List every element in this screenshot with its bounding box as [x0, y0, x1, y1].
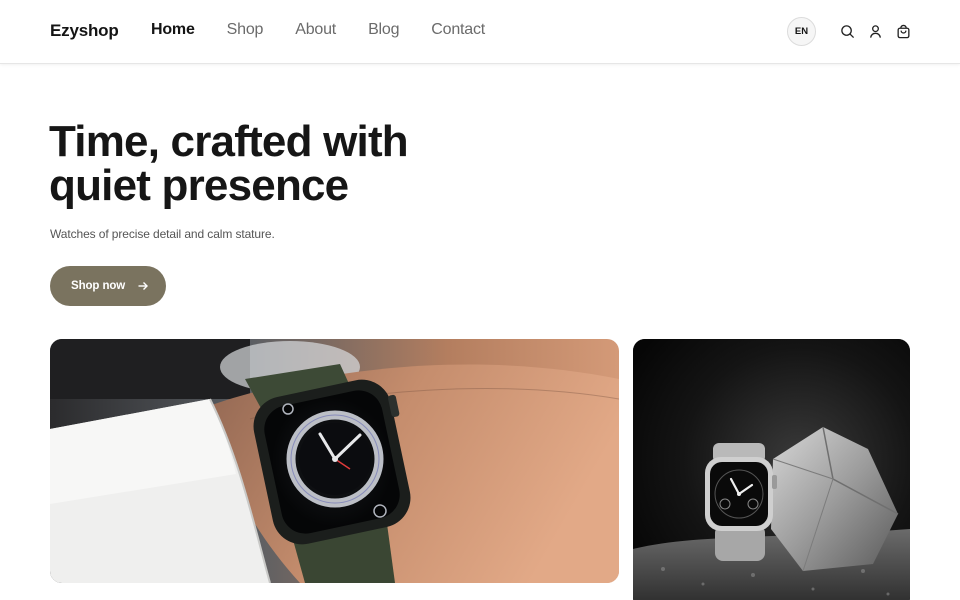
watch-on-wrist-image — [50, 339, 619, 583]
watch-with-rock-image — [633, 339, 910, 600]
header-actions: EN — [787, 17, 912, 46]
nav-blog[interactable]: Blog — [368, 21, 399, 39]
nav-about[interactable]: About — [295, 21, 336, 39]
hero-title: Time, crafted with quiet presence — [49, 120, 489, 208]
main-nav: Home Shop About Blog Contact — [151, 21, 517, 39]
search-icon[interactable] — [839, 23, 856, 40]
cart-icon[interactable] — [895, 23, 912, 40]
hero-subtitle: Watches of precise detail and calm statu… — [50, 227, 275, 241]
nav-contact[interactable]: Contact — [431, 21, 485, 39]
brand-logo[interactable]: Ezyshop — [50, 21, 119, 41]
language-switcher[interactable]: EN — [787, 17, 816, 46]
arrow-right-icon — [138, 282, 149, 290]
shop-now-label: Shop now — [71, 280, 126, 292]
nav-shop[interactable]: Shop — [227, 21, 264, 39]
shop-now-button[interactable]: Shop now — [50, 266, 166, 306]
nav-home[interactable]: Home — [151, 21, 195, 39]
hero-title-line2: quiet presence — [49, 161, 349, 210]
site-header: Ezyshop Home Shop About Blog Contact EN — [0, 0, 960, 64]
hero-title-line1: Time, crafted with — [49, 117, 409, 166]
user-icon[interactable] — [867, 23, 884, 40]
